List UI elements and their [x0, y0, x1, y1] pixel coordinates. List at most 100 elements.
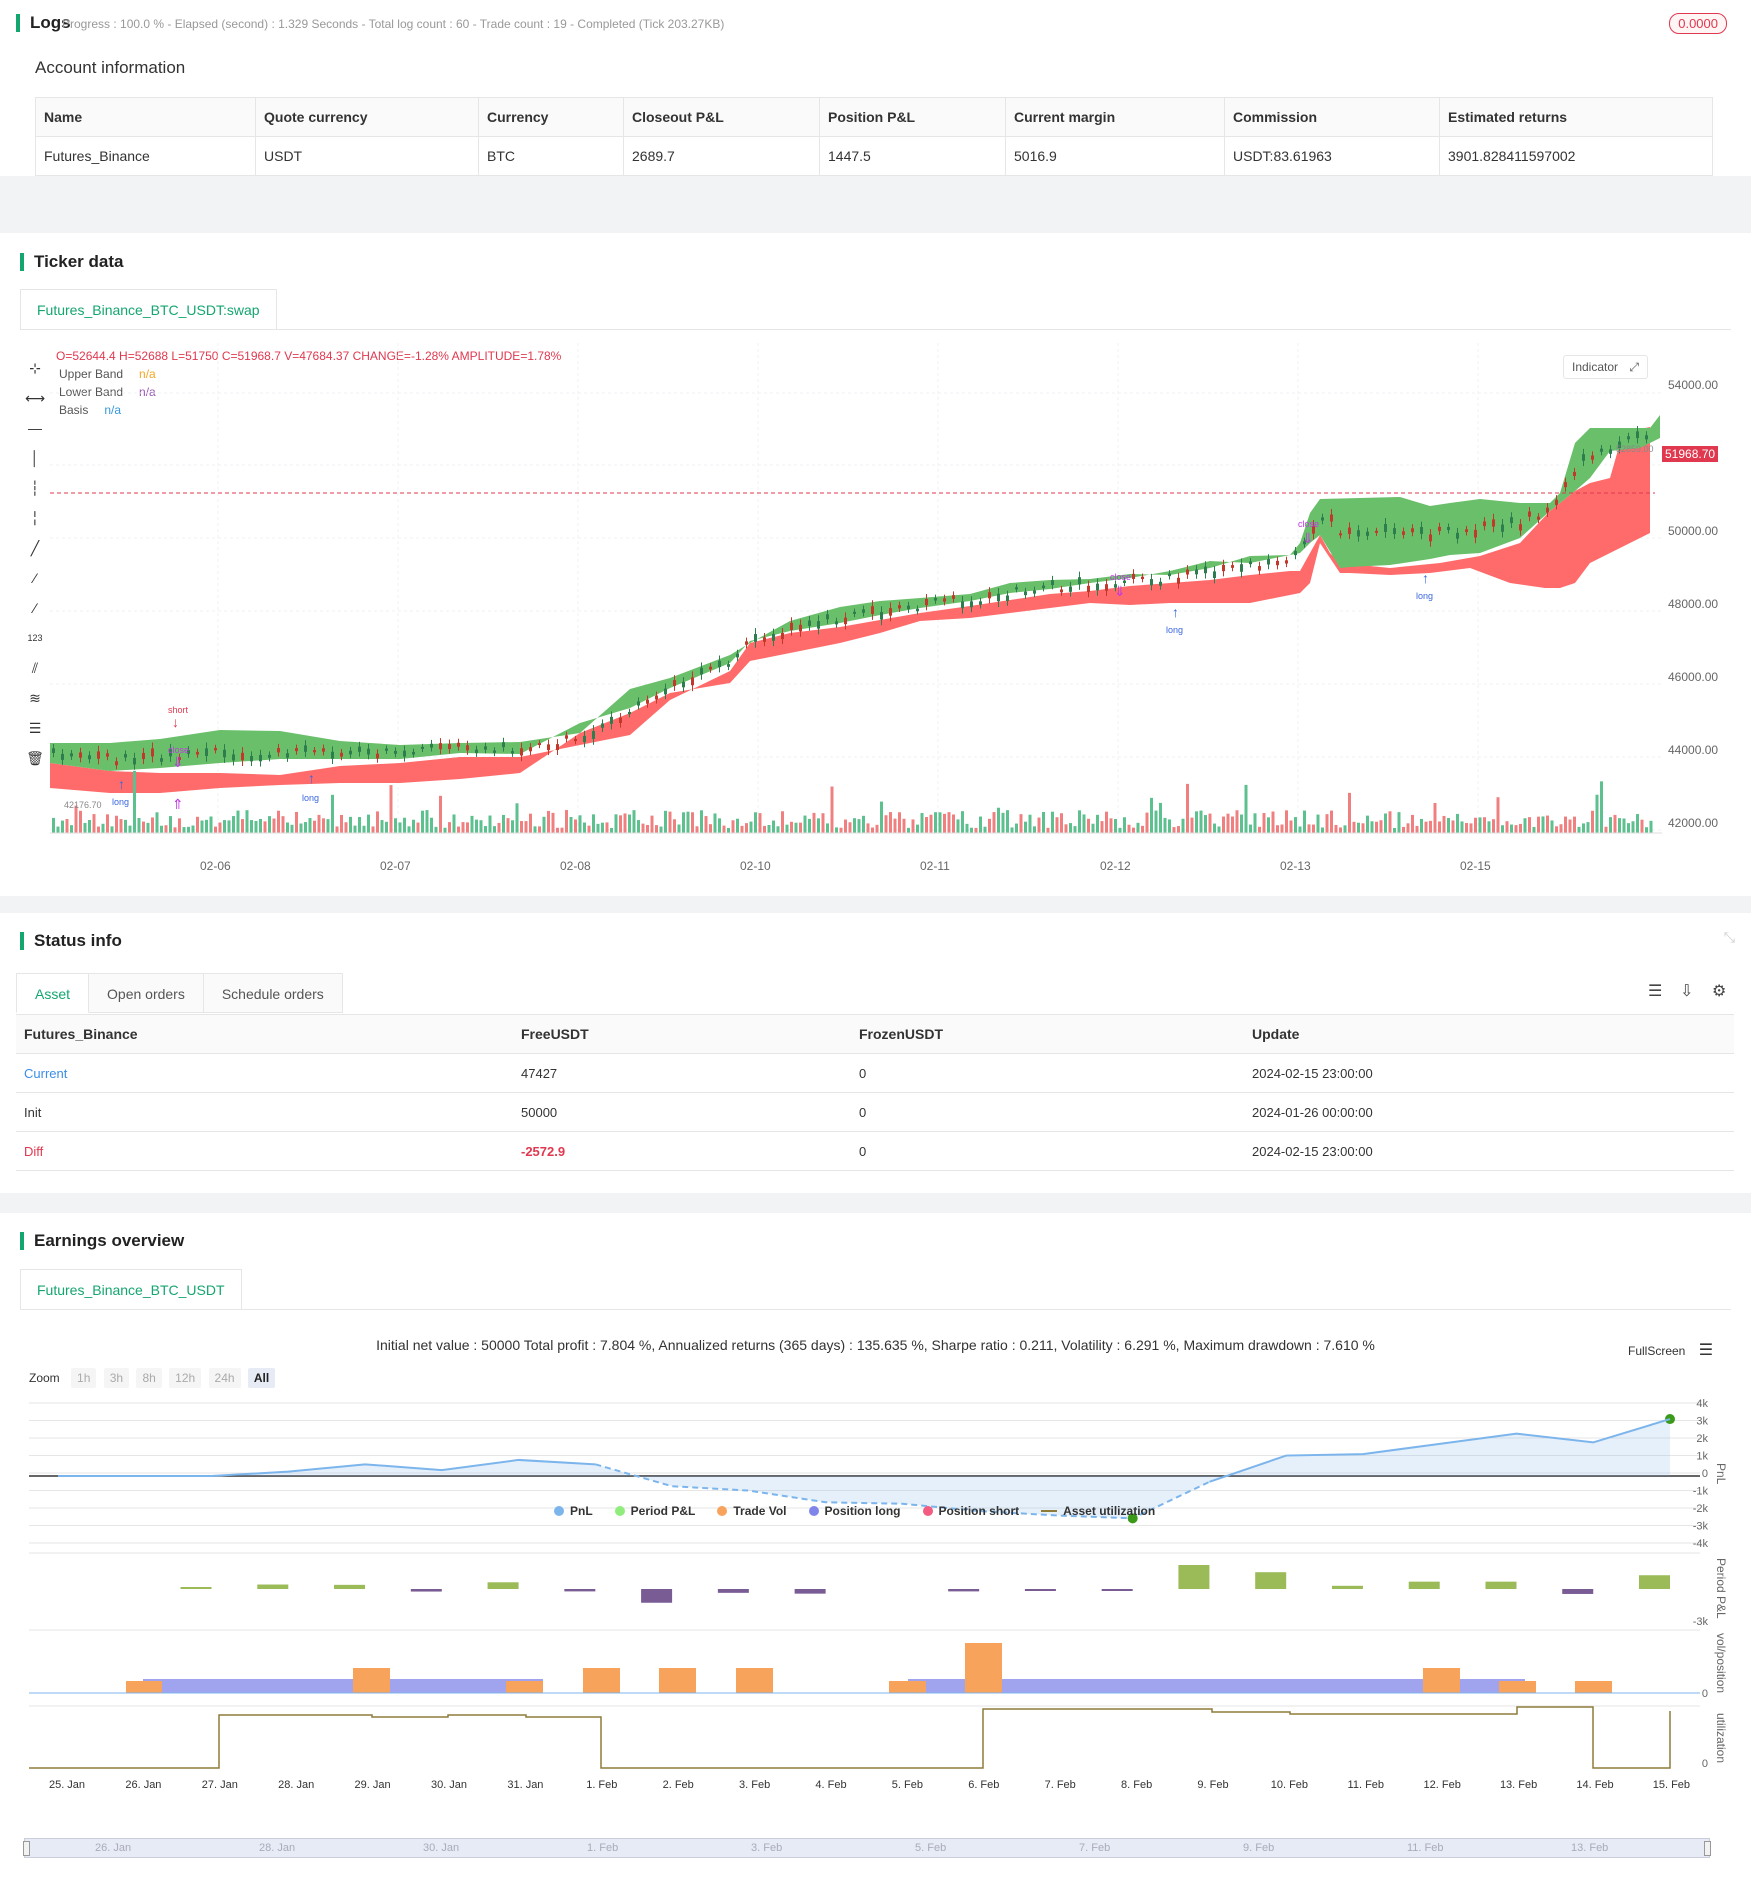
earnings-chart[interactable]: 4k 3k 2k 1k 0 -1k -2k -3k -4k PnL -3k Period P&L: [0, 1393, 1751, 1873]
candlestick-chart[interactable]: short ↓ close ⇓ ↑ long ⇑ ↑ long close ⇓ …: [50, 343, 1662, 853]
candle-body: [331, 751, 334, 759]
legend-item[interactable]: Period P&L: [614, 1504, 695, 1518]
ticker-tab-divider: [20, 329, 1731, 330]
earnings-panel: Earnings overview Futures_Binance_BTC_US…: [0, 1213, 1751, 1891]
volume-bar: [547, 810, 550, 833]
volume-bar: [254, 820, 258, 833]
zoom-all[interactable]: All: [247, 1368, 276, 1388]
navigator-label: 28. Jan: [259, 1842, 296, 1854]
segment-tool-icon[interactable]: ╱: [24, 537, 46, 559]
candle-body: [1573, 471, 1576, 477]
volume-bar: [722, 825, 726, 833]
long-marker-icon-1: ↑: [118, 776, 125, 792]
zoom-3h[interactable]: 3h: [103, 1368, 130, 1388]
period-pnl-bar: [717, 1589, 749, 1593]
volume-bar: [1442, 815, 1446, 833]
candle-body: [979, 601, 982, 605]
tab-open-orders[interactable]: Open orders: [89, 973, 204, 1013]
account-header-row: Name Quote currency Currency Closeout P&…: [35, 97, 1713, 137]
volume-bar: [1271, 811, 1275, 833]
navigator[interactable]: 26. Jan 28. Jan 30. Jan 1. Feb 3. Feb 5. Feb 7…: [23, 1838, 1711, 1858]
tab-schedule-orders[interactable]: Schedule orders: [203, 973, 343, 1013]
axis-title-period: Period P&L: [1714, 1558, 1728, 1619]
candle-body: [394, 750, 397, 754]
candle-body: [142, 752, 145, 760]
vline-tool-icon[interactable]: │: [24, 447, 46, 469]
volume-bar: [479, 820, 483, 833]
candle-body: [790, 622, 793, 630]
candle-body: [1393, 528, 1396, 535]
line-tool-icon[interactable]: ⟷: [24, 387, 46, 409]
fib-tool-icon[interactable]: ≋: [24, 687, 46, 709]
hline-tool-icon[interactable]: —: [24, 417, 46, 439]
volume-bar: [1379, 820, 1383, 833]
volume-bar: [1244, 784, 1248, 833]
navigator-left-handle[interactable]: [23, 1841, 30, 1856]
x-axis-label: 1. Feb: [586, 1779, 617, 1791]
volume-bar: [1609, 817, 1612, 833]
period-pnl-bar: [487, 1582, 519, 1589]
candle-body: [1195, 569, 1198, 575]
period-pnl-bar: [1408, 1581, 1440, 1589]
low-price-label: 42176.70: [64, 800, 102, 810]
candle-body: [250, 756, 253, 762]
volume-bar: [385, 821, 388, 833]
candle-body: [1510, 517, 1513, 524]
legend-item[interactable]: Asset utilization: [1041, 1504, 1155, 1518]
volume-bar: [425, 810, 429, 833]
legend-label: Position long: [824, 1504, 901, 1518]
zoom-12h[interactable]: 12h: [169, 1368, 202, 1388]
volume-bar: [529, 813, 532, 833]
trash-icon[interactable]: 🗑: [24, 747, 46, 769]
volume-bar: [1231, 816, 1234, 833]
navigator-right-handle[interactable]: [1704, 1841, 1711, 1856]
volume-bar: [808, 818, 811, 833]
volume-bar: [1312, 824, 1315, 833]
earnings-symbol-tab[interactable]: Futures_Binance_BTC_USDT: [20, 1269, 242, 1309]
legend-marker-icon: [922, 1506, 933, 1516]
candle-body: [448, 744, 451, 750]
candle-body: [1348, 527, 1351, 534]
crosshair-tool-icon[interactable]: ⊹: [24, 357, 46, 379]
cloud-download-icon[interactable]: ⇩: [1680, 981, 1693, 1001]
candle-body: [61, 753, 64, 760]
vray-tool-icon[interactable]: ╎: [24, 507, 46, 529]
fullscreen-button[interactable]: FullScreen ☰: [1628, 1340, 1713, 1360]
candle-body: [1429, 534, 1432, 542]
candle-body: [385, 748, 388, 751]
fib-levels-tool-icon[interactable]: ☰: [24, 717, 46, 739]
candle-body: [1213, 571, 1216, 579]
legend-item[interactable]: Trade Vol: [717, 1504, 787, 1518]
settings-gear-icon[interactable]: ⚙: [1712, 981, 1726, 1001]
volume-bar: [403, 817, 406, 833]
x-axis-label: 8. Feb: [1121, 1779, 1152, 1791]
candle-body: [1078, 577, 1081, 585]
volume-bar: [749, 821, 753, 833]
collapse-icon[interactable]: ⤡: [1724, 929, 1735, 946]
extended-line-tool-icon[interactable]: ∕: [24, 597, 46, 619]
volume-bar: [983, 826, 987, 833]
ticker-symbol-tab[interactable]: Futures_Binance_BTC_USDT:swap: [20, 289, 277, 329]
candle-body: [925, 599, 928, 606]
menu-icon[interactable]: ☰: [1699, 1342, 1713, 1359]
volume-bar: [578, 815, 582, 833]
vsegment-tool-icon[interactable]: ┆: [24, 477, 46, 499]
ticker-title: Ticker data: [20, 253, 123, 271]
volume-bar: [1087, 818, 1090, 833]
volume-bar: [164, 825, 168, 833]
volume-bar: [1645, 827, 1648, 833]
legend-item[interactable]: Position short: [922, 1504, 1019, 1518]
volume-bar: [1424, 821, 1428, 833]
parallel-line-tool-icon[interactable]: ⫽: [24, 657, 46, 679]
zoom-1h[interactable]: 1h: [71, 1368, 97, 1388]
ray-tool-icon[interactable]: ⁄: [24, 567, 46, 589]
candle-body: [1546, 507, 1549, 513]
zoom-8h[interactable]: 8h: [136, 1368, 162, 1388]
tab-asset[interactable]: Asset: [16, 973, 90, 1013]
price-line-tool-icon[interactable]: 123: [24, 627, 46, 649]
zoom-24h[interactable]: 24h: [208, 1368, 241, 1388]
period-pnl-bar: [334, 1584, 366, 1589]
list-icon[interactable]: ☰: [1648, 981, 1662, 1001]
legend-item[interactable]: PnL: [554, 1504, 593, 1518]
legend-item[interactable]: Position long: [808, 1504, 901, 1518]
